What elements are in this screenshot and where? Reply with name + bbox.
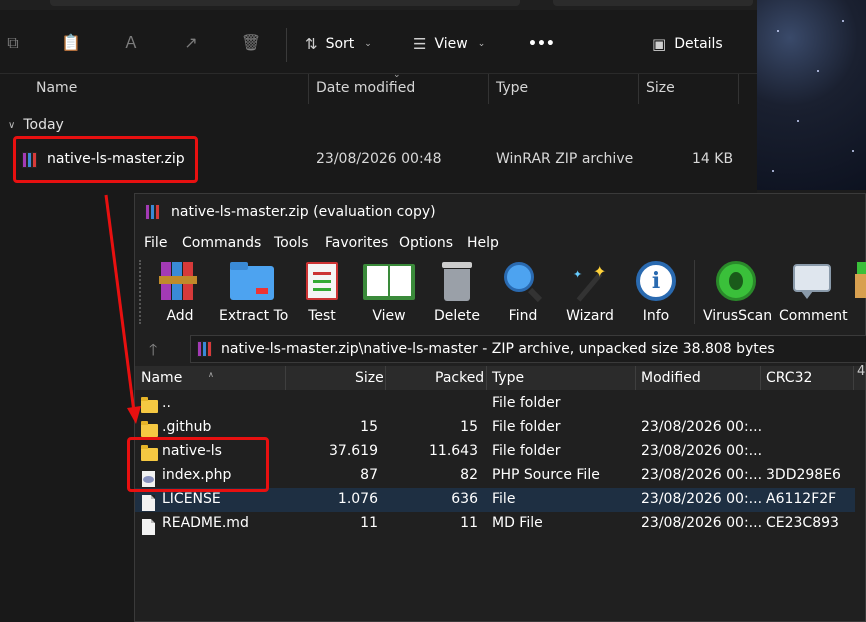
up-arrow-icon[interactable]: 🡑 <box>149 339 157 366</box>
view-label: View <box>434 36 468 52</box>
details-label: Details <box>674 36 723 52</box>
rename-icon[interactable]: Ａ <box>120 32 142 54</box>
explorer-toolbar: ⧉ 📋 Ａ ↗ 🗑 ⇅ Sort ⌄ ☰ View ⌄ ••• ▣ Detail… <box>0 14 757 74</box>
file-type: WinRAR ZIP archive <box>496 151 634 167</box>
add-label: Add <box>166 308 194 324</box>
wizard-button[interactable]: ✦ ✦ Wizard <box>566 260 614 324</box>
menu-favorites[interactable]: Favorites <box>325 235 388 251</box>
file-date: 23/08/2026 00:48 <box>316 151 442 167</box>
info-label: Info <box>642 308 670 324</box>
books-icon <box>159 260 201 302</box>
comment-label: Comment <box>779 308 848 324</box>
bug-icon <box>715 260 757 302</box>
book-icon <box>363 260 415 302</box>
explorer-column-header: Name Date modified Type Size <box>0 74 757 104</box>
more-label: ••• <box>528 36 555 52</box>
column-size[interactable]: Size <box>355 370 384 386</box>
address-strip <box>0 0 757 10</box>
box-icon <box>855 260 866 302</box>
archive-file-list: ∧ Name Size Packed Type Modified CRC32 4… <box>135 364 866 622</box>
test-label: Test <box>308 308 336 324</box>
desktop-wallpaper <box>757 0 866 190</box>
info-button[interactable]: i Info <box>635 260 677 324</box>
column-type[interactable]: Type <box>496 80 528 96</box>
info-icon: i <box>635 260 677 302</box>
column-name[interactable]: Name <box>141 370 182 386</box>
add-button[interactable]: Add <box>159 260 201 324</box>
group-label: Today <box>23 117 64 133</box>
column-extra: 4 <box>857 364 866 379</box>
group-header-today[interactable]: ∨ Today <box>8 117 64 133</box>
paste-icon[interactable]: 📋 <box>60 32 82 54</box>
extract-to-label: Extract To <box>219 308 289 324</box>
winrar-app-icon <box>145 203 163 221</box>
column-date-modified[interactable]: Date modified <box>316 80 415 96</box>
toolbar-gripper <box>139 260 142 324</box>
column-crc32[interactable]: CRC32 <box>766 370 812 386</box>
sfx-button-partial[interactable] <box>855 260 866 308</box>
column-packed[interactable]: Packed <box>435 370 484 386</box>
window-title: native-ls-master.zip (evaluation copy) <box>171 204 436 220</box>
winrar-toolbar: Add Extract To Test View Delete Find ✦ ✦… <box>135 256 866 328</box>
find-label: Find <box>508 308 538 324</box>
chevron-down-icon: ⌄ <box>477 39 486 49</box>
test-button[interactable]: Test <box>301 260 343 324</box>
more-options-button[interactable]: ••• <box>528 32 555 56</box>
wizard-label: Wizard <box>566 308 614 324</box>
file-size: 14 KB <box>692 151 734 167</box>
toolbar-divider <box>694 260 695 324</box>
winrar-window: native-ls-master.zip (evaluation copy) F… <box>134 193 866 622</box>
menu-bar: File Commands Tools Favorites Options He… <box>135 232 865 254</box>
speech-bubble-icon <box>791 260 833 302</box>
highlight-box-zip <box>13 136 198 183</box>
sort-icon: ⇅ <box>305 35 318 53</box>
menu-options[interactable]: Options <box>399 235 453 251</box>
menu-commands[interactable]: Commands <box>182 235 261 251</box>
column-modified[interactable]: Modified <box>641 370 701 386</box>
path-bar: 🡑 native-ls-master.zip\native-ls-master … <box>135 333 866 366</box>
virusscan-button[interactable]: VirusScan <box>703 260 773 324</box>
folder-extract-icon <box>230 260 274 302</box>
extract-to-button[interactable]: Extract To <box>219 260 289 324</box>
delete-button[interactable]: Delete <box>433 260 481 324</box>
details-pane-button[interactable]: ▣ Details <box>652 32 723 56</box>
highlight-box-contents <box>127 437 269 492</box>
list-column-header: ∧ Name Size Packed Type Modified CRC32 4 <box>135 364 866 390</box>
column-name[interactable]: Name <box>36 80 77 96</box>
list-view-icon: ☰ <box>413 35 427 53</box>
share-icon[interactable]: ↗ <box>180 32 202 54</box>
list-item-readme[interactable]: README.md 11 11 MD File 23/08/2026 00:..… <box>135 512 855 536</box>
list-item-parent[interactable]: .. File folder <box>135 392 855 416</box>
comment-button[interactable]: Comment <box>779 260 848 324</box>
column-size[interactable]: Size <box>646 80 675 96</box>
clipboard-check-icon <box>301 260 343 302</box>
column-type[interactable]: Type <box>492 370 524 386</box>
magnifier-icon <box>502 260 544 303</box>
toolbar-divider <box>286 28 287 62</box>
winrar-titlebar[interactable]: native-ls-master.zip (evaluation copy) <box>135 194 865 230</box>
delete-icon[interactable]: 🗑 <box>240 32 262 54</box>
menu-tools[interactable]: Tools <box>274 235 309 251</box>
delete-label: Delete <box>434 308 480 324</box>
chevron-down-icon: ∨ <box>8 119 16 131</box>
path-field[interactable]: native-ls-master.zip\native-ls-master - … <box>190 335 866 363</box>
view-button[interactable]: ☰ View ⌄ <box>413 32 485 56</box>
view-label: View <box>372 308 406 324</box>
virusscan-label: VirusScan <box>703 308 773 324</box>
sort-indicator-icon: ∧ <box>208 370 214 379</box>
copy-icon[interactable]: ⧉ <box>2 32 24 54</box>
menu-file[interactable]: File <box>144 235 167 251</box>
magic-wand-icon: ✦ ✦ <box>569 260 611 302</box>
find-button[interactable]: Find <box>500 260 546 324</box>
view-archive-button[interactable]: View <box>363 260 415 324</box>
sort-button[interactable]: ⇅ Sort ⌄ <box>305 32 372 56</box>
sort-label: Sort <box>325 36 355 52</box>
details-pane-icon: ▣ <box>652 35 667 53</box>
path-text: native-ls-master.zip\native-ls-master - … <box>221 341 775 357</box>
archive-icon <box>197 340 215 358</box>
chevron-down-icon: ⌄ <box>364 39 372 49</box>
trash-can-icon <box>436 260 478 302</box>
menu-help[interactable]: Help <box>467 235 499 251</box>
